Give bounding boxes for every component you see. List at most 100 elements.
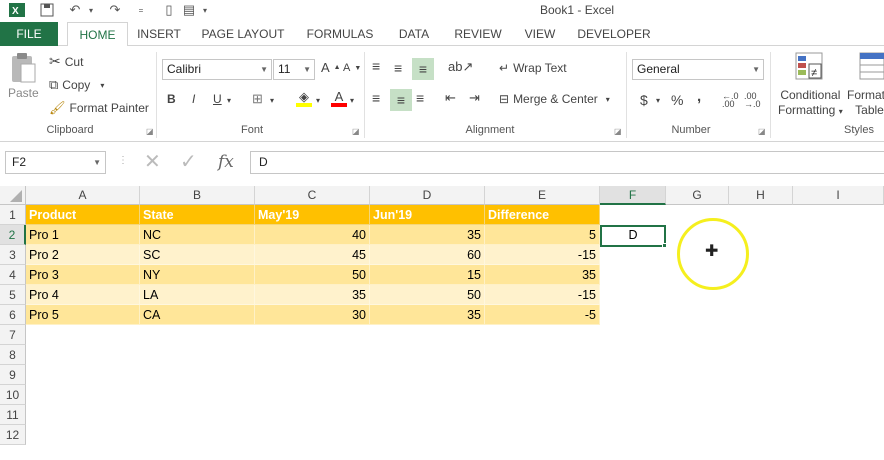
comma-button[interactable]: , [697,88,701,105]
table-cell[interactable]: Pro 2 [26,245,140,265]
conditional-formatting-icon[interactable]: ≠ [795,52,823,80]
worksheet-grid[interactable]: ABCDEFGHI 1 2 3 4 5 6 7 8 9 10 11 12 Product State Ma… [0,186,884,460]
table-cell[interactable]: -15 [485,285,600,305]
table-cell[interactable]: 35 [370,225,485,245]
row-header-5[interactable]: 5 [0,285,26,305]
alignment-launcher-icon[interactable]: ◪ [614,127,622,136]
middle-align-icon[interactable]: ≡ [394,60,402,76]
format-as-table-icon[interactable] [859,52,884,80]
font-color-dropdown-icon[interactable]: ▾ [350,96,354,105]
table-cell[interactable]: 50 [255,265,370,285]
borders-icon[interactable]: ⊞ [252,91,263,107]
tab-insert[interactable]: INSERT [134,22,184,46]
table-cell[interactable]: 35 [485,265,600,285]
cut-button[interactable]: ✂ Cut [49,53,83,70]
row-header-2[interactable]: 2 [0,225,26,245]
tab-review[interactable]: REVIEW [450,22,506,46]
table-cell[interactable]: Pro 4 [26,285,140,305]
align-left-icon[interactable]: ≡ [372,90,380,106]
currency-button[interactable]: $ [640,92,648,108]
column-header-i[interactable]: I [793,186,884,205]
row-header-3[interactable]: 3 [0,245,26,265]
table-header-cell[interactable]: Product [26,205,140,225]
paste-button[interactable]: Paste [8,52,39,100]
fill-dropdown-icon[interactable]: ▾ [316,96,320,105]
table-cell[interactable]: NC [140,225,255,245]
merge-center-button[interactable]: ⊟ Merge & Center ▾ [499,92,610,106]
number-launcher-icon[interactable]: ◪ [758,127,766,136]
tab-developer[interactable]: DEVELOPER [576,22,652,46]
table-cell[interactable]: 5 [485,225,600,245]
formula-input[interactable]: D [250,151,884,174]
decrease-font-icon[interactable]: A ▼ [343,62,361,74]
table-header-cell[interactable]: State [140,205,255,225]
currency-dropdown-icon[interactable]: ▾ [656,96,660,105]
percent-button[interactable]: % [671,92,683,108]
table-cell[interactable]: -15 [485,245,600,265]
table-cell[interactable]: 15 [370,265,485,285]
column-header-f[interactable]: F [600,186,666,205]
table-cell[interactable]: LA [140,285,255,305]
tab-view[interactable]: VIEW [521,22,559,46]
font-launcher-icon[interactable]: ◪ [352,127,360,136]
copy-button[interactable]: ⧉ Copy ▾ [49,77,104,93]
row-header-12[interactable]: 12 [0,425,26,445]
underline-dropdown-icon[interactable]: ▾ [227,96,231,105]
font-color-button[interactable]: A [331,90,347,107]
row-header-9[interactable]: 9 [0,365,26,385]
format-painter-button[interactable]: 🖌 Format Painter [49,100,149,116]
underline-button[interactable]: U [213,92,222,106]
align-right-icon[interactable]: ≡ [416,90,424,106]
table-cell[interactable]: -5 [485,305,600,325]
decrease-indent-icon[interactable]: ⇤ [445,90,456,106]
column-header-b[interactable]: B [140,186,255,205]
insert-function-icon[interactable]: fx [218,151,234,173]
table-cell[interactable]: 35 [370,305,485,325]
table-header-cell[interactable]: Difference [485,205,600,225]
clipboard-launcher-icon[interactable]: ◪ [146,127,154,136]
table-cell[interactable]: NY [140,265,255,285]
format-as-table-button[interactable]: Format Table [847,88,884,118]
column-header-c[interactable]: C [255,186,370,205]
active-cell-f2[interactable]: D [600,225,666,247]
table-cell[interactable]: SC [140,245,255,265]
column-header-a[interactable]: A [26,186,140,205]
font-name-select[interactable]: Calibri ▼ [162,59,272,80]
name-box[interactable]: F2 ▼ [5,151,106,174]
borders-dropdown-icon[interactable]: ▾ [270,96,274,105]
number-format-select[interactable]: General ▼ [632,59,764,80]
conditional-formatting-button[interactable]: Conditional Formatting ▾ [778,88,843,119]
column-header-e[interactable]: E [485,186,600,205]
table-cell[interactable]: Pro 1 [26,225,140,245]
table-cell[interactable]: 30 [255,305,370,325]
row-header-4[interactable]: 4 [0,265,26,285]
tab-home[interactable]: HOME [67,22,128,47]
row-header-1[interactable]: 1 [0,205,26,225]
table-cell[interactable]: CA [140,305,255,325]
column-header-d[interactable]: D [370,186,485,205]
table-header-cell[interactable]: May'19 [255,205,370,225]
row-header-8[interactable]: 8 [0,345,26,365]
table-cell[interactable]: 50 [370,285,485,305]
table-cell[interactable]: 40 [255,225,370,245]
row-header-6[interactable]: 6 [0,305,26,325]
row-header-7[interactable]: 7 [0,325,26,345]
increase-font-icon[interactable]: A ▲ [321,60,341,75]
tab-formulas[interactable]: FORMULAS [303,22,377,46]
copy-dropdown-icon[interactable]: ▾ [100,81,104,90]
table-cell[interactable]: 35 [255,285,370,305]
top-align-icon[interactable]: ≡ [372,58,380,74]
tab-file[interactable]: FILE [0,22,58,46]
column-header-h[interactable]: H [729,186,793,205]
table-cell[interactable]: 60 [370,245,485,265]
row-header-11[interactable]: 11 [0,405,26,425]
table-cell[interactable]: Pro 3 [26,265,140,285]
tab-page-layout[interactable]: PAGE LAYOUT [200,22,286,46]
table-header-cell[interactable]: Jun'19 [370,205,485,225]
align-center-icon[interactable]: ≡ [390,89,412,111]
table-cell[interactable]: Pro 5 [26,305,140,325]
decrease-decimal-icon[interactable]: .00 →.0 [744,92,761,109]
merge-dropdown-icon[interactable]: ▾ [606,95,610,104]
font-size-select[interactable]: 11 ▼ [273,59,315,80]
select-all-corner[interactable] [0,186,26,205]
